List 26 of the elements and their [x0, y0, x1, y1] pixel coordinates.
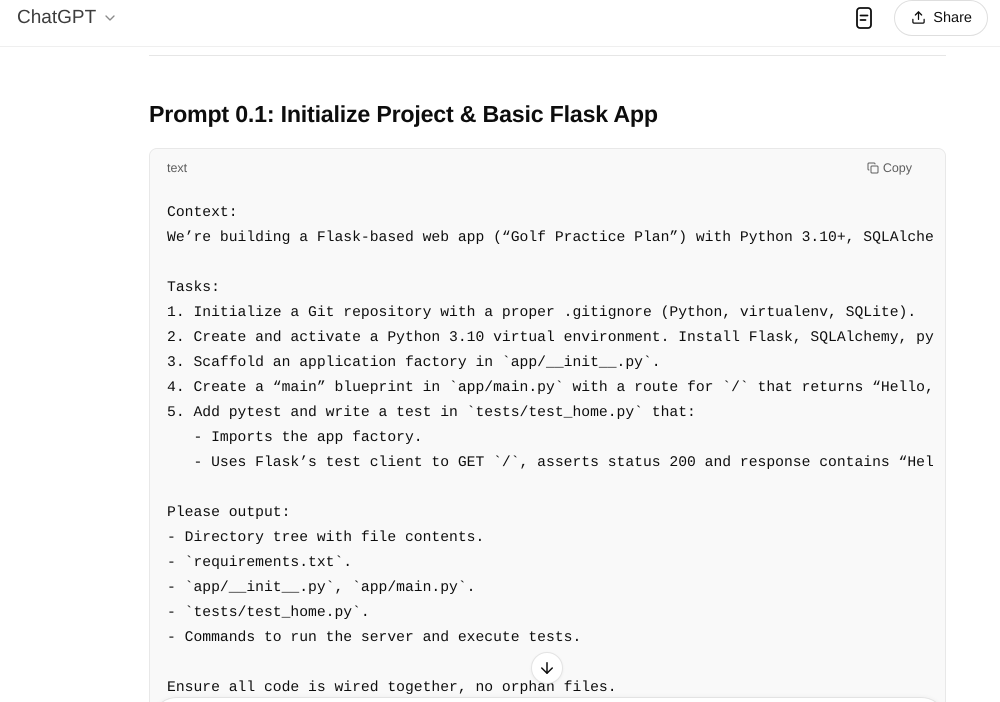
code-line: - `requirements.txt`. — [167, 555, 352, 572]
arrow-down-icon — [538, 659, 556, 677]
code-line: 4. Create a “main” blueprint in `app/main.py` with a route for `/` that returns “Hello, — [167, 380, 934, 397]
code-line: We’re building a Flask-based web app (“Golf Practice Plan”) with Python 3.10+, SQLAlche — [167, 230, 934, 247]
code-line: - Directory tree with file contents. — [167, 530, 484, 547]
copy-button[interactable]: Copy — [866, 160, 912, 174]
code-line: - `app/__init__.py`, `app/main.py`. — [167, 580, 476, 597]
document-icon — [856, 6, 872, 28]
code-line: Context: — [167, 205, 238, 222]
share-button[interactable]: Share — [894, 0, 988, 36]
language-label: text — [167, 160, 188, 174]
code-line: - `tests/test_home.py`. — [167, 605, 370, 622]
model-selector[interactable]: ChatGPT — [17, 6, 118, 28]
code-line: Please output: — [167, 505, 290, 522]
code-line: - Imports the app factory. — [192, 430, 423, 447]
code-line: 5. Add pytest and write a test in `tests/test_home.py` that: — [167, 405, 696, 422]
code-line: 2. Create and activate a Python 3.10 virtual environment. Install Flask, SQLAlchemy, py — [167, 330, 934, 347]
code-line: 1. Initialize a Git repository with a proper .gitignore (Python, virtualenv, SQLite). — [167, 305, 916, 322]
code-line: - Uses Flask’s test client to GET `/`, asserts status 200 and response contains “Hel — [192, 455, 934, 472]
code-line: Ensure all code is wired together, no orphan files. — [167, 680, 617, 697]
code-line: Tasks: — [167, 280, 220, 297]
copy-icon — [866, 162, 879, 174]
prompt-heading: Prompt 0.1: Initialize Project & Basic Flask App — [149, 100, 659, 128]
upload-icon — [911, 10, 926, 25]
code-line: 3. Scaffold an application factory in `app/__init__.py`. — [167, 355, 661, 372]
code-line: - Commands to run the server and execute tests. — [167, 630, 582, 647]
